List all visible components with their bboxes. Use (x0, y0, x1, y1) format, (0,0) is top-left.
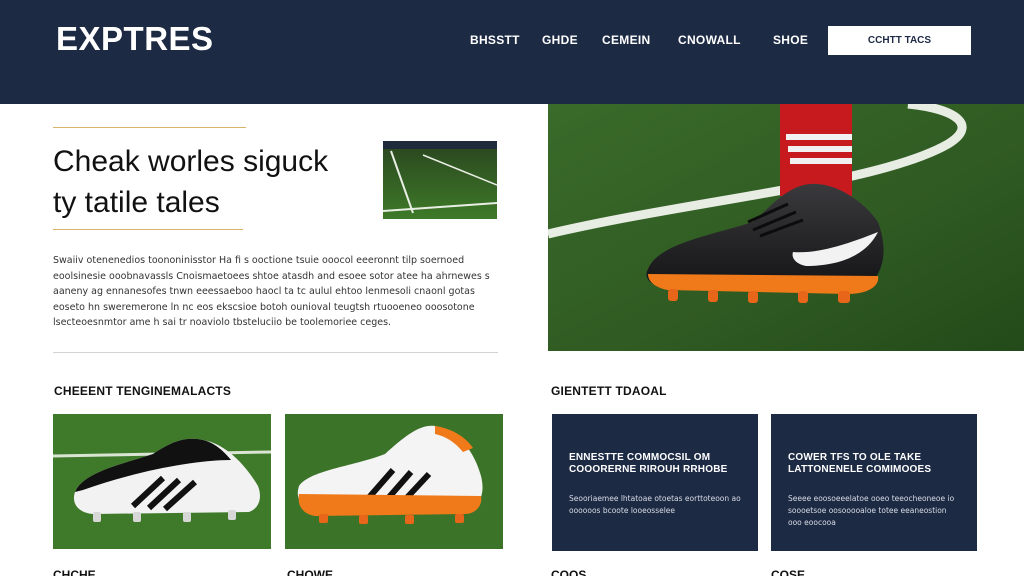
site-logo[interactable]: EXPTRES (56, 20, 214, 58)
bottom-label-3: COOS (551, 568, 587, 576)
info-card-1-title: ENNESTTE COMMOCSIL OM COOORERNE RIROUH R… (569, 452, 728, 475)
white-orange-cleat-image (285, 414, 503, 549)
bottom-label-4: COSE (771, 568, 806, 576)
header-cta-button[interactable]: CCHTT TACS (828, 26, 971, 55)
stadium-field-thumbnail[interactable] (383, 141, 497, 219)
nav-item-3[interactable]: CEMEIN (602, 33, 650, 47)
hero-body-text: Swaiiv otenenedios toononinisstor Ha fi … (53, 255, 490, 328)
nav-item-shoe[interactable]: SHOE (773, 33, 808, 47)
stadium-field-image (383, 141, 497, 219)
cleat-on-pitch-image (548, 104, 1024, 351)
accent-divider-top (53, 127, 246, 128)
info-card-1-body: Seooriaemee lhtatoae otoetas eorttoteoon… (569, 494, 741, 515)
nav-item-1[interactable]: BHSSTT (470, 33, 520, 47)
accent-divider-mid (53, 229, 243, 230)
bottom-label-2: CHOWE (287, 568, 333, 576)
info-card-1[interactable]: ENNESTTE COMMOCSIL OM COOORERNE RIROUH R… (552, 414, 758, 551)
section-heading-right: GIENTETT TDAOAL (551, 384, 667, 398)
hero-title: Cheak worles siguck ty tatile tales (53, 141, 383, 223)
info-card-2-title: COWER TFS TO OLE TAKE LATTONENELE COMIMO… (788, 452, 932, 475)
hero-title-line-2: ty tatile tales (53, 186, 220, 219)
info-card-2-body: Seeee eoosoeeelatoe ooeo teeocheoneoe io… (788, 494, 955, 527)
nav-item-4[interactable]: CNOWALL (678, 33, 741, 47)
black-white-cleat-image (53, 414, 271, 549)
info-card-2[interactable]: COWER TFS TO OLE TAKE LATTONENELE COMIMO… (771, 414, 977, 551)
bottom-label-1: CHCHE (53, 568, 96, 576)
section-divider (53, 352, 498, 353)
hero-cleat-image (548, 104, 1024, 351)
hero-title-line-1: Cheak worles siguck (53, 145, 329, 178)
product-card-black-white-cleat[interactable] (53, 414, 271, 549)
section-heading-left: CHEEENT TENGINEMALACTS (54, 384, 232, 398)
product-card-white-orange-cleat[interactable] (285, 414, 503, 549)
nav-item-2[interactable]: GHDE (542, 33, 578, 47)
site-header: EXPTRES BHSSTT GHDE CEMEIN CNOWALL SHOE … (0, 0, 1024, 104)
